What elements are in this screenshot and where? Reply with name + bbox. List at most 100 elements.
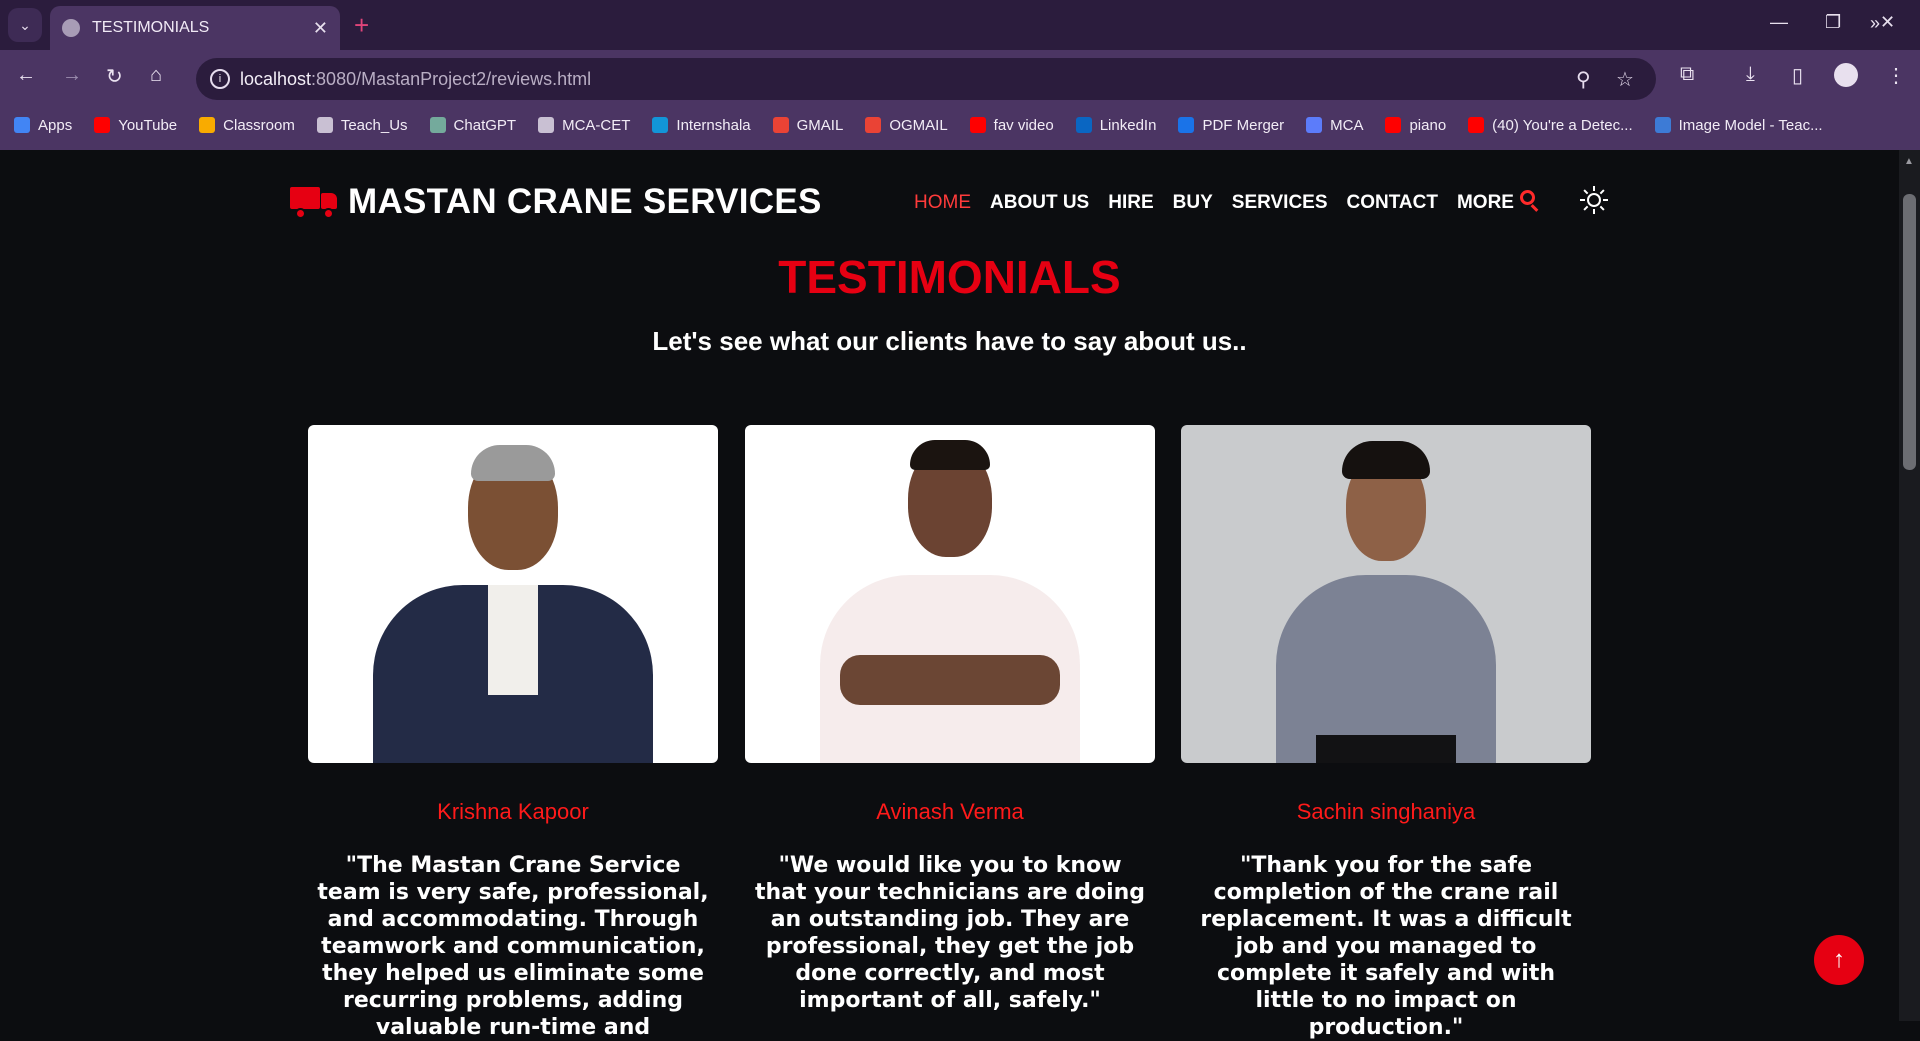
side-panel-icon[interactable]: ▯	[1792, 63, 1803, 88]
bookmark-favicon-icon	[1075, 117, 1092, 133]
bookmark-favicon-icon	[538, 117, 555, 133]
nav-hire[interactable]: HIRE	[1108, 192, 1153, 214]
bookmark-favicon-icon	[429, 117, 446, 133]
client-photo	[745, 425, 1155, 763]
browser-tab-bar: ⌄ TESTIMONIALS ✕ + — ❐ ✕	[0, 0, 1920, 50]
nav-more[interactable]: MORE	[1457, 192, 1514, 214]
bookmark-label: GMAIL	[796, 116, 844, 134]
browser-toolbar: ← → ↻ ⌂ i localhost:8080/MastanProject2/…	[0, 50, 1920, 100]
nav-services[interactable]: SERVICES	[1232, 192, 1328, 214]
brand-name: MASTAN CRANE SERVICES	[348, 182, 822, 221]
bookmark-label: (40) You're a Detec...	[1492, 116, 1633, 134]
bookmark-favicon-icon	[865, 117, 882, 133]
back-icon[interactable]: ←	[16, 64, 36, 87]
close-window-icon[interactable]: ✕	[1880, 12, 1895, 33]
bookmark-label: MCA	[1330, 116, 1364, 134]
truck-icon	[290, 185, 338, 219]
client-quote: "The Mastan Crane Service team is very s…	[317, 853, 709, 1040]
bookmark-item[interactable]: Internshala	[652, 117, 751, 134]
testimonial-card: Krishna Kapoor "The Mastan Crane Service…	[308, 425, 718, 1041]
search-icon[interactable]	[1520, 190, 1542, 212]
browser-menu-icon[interactable]: ⋮	[1886, 63, 1906, 88]
bookmark-label: Image Model - Teac...	[1678, 116, 1823, 134]
bookmark-favicon-icon	[652, 117, 669, 133]
client-name: Avinash Verma	[876, 799, 1024, 824]
bookmark-favicon-icon	[1654, 117, 1671, 133]
theme-toggle-sun-icon[interactable]	[1580, 186, 1608, 214]
bookmark-item[interactable]: Apps	[14, 117, 72, 134]
restore-icon[interactable]: ❐	[1825, 12, 1841, 33]
browser-tab[interactable]: TESTIMONIALS ✕	[50, 6, 340, 50]
bookmark-favicon-icon	[1178, 117, 1195, 133]
nav-home[interactable]: HOME	[914, 192, 971, 214]
address-bar[interactable]: i localhost:8080/MastanProject2/reviews.…	[196, 58, 1656, 100]
bookmark-favicon-icon	[316, 117, 333, 133]
bookmark-favicon-icon	[14, 117, 30, 133]
bookmark-item[interactable]: Classroom	[199, 117, 295, 134]
site-logo[interactable]: MASTAN CRANE SERVICES	[290, 182, 822, 222]
bookmark-label: MCA-CET	[562, 116, 631, 134]
main-nav: HOME ABOUT US HIRE BUY SERVICES CONTACT …	[914, 192, 1533, 214]
tab-search-button[interactable]: ⌄	[8, 8, 42, 42]
new-tab-button[interactable]: +	[354, 10, 369, 41]
bookmark-label: fav video	[993, 116, 1054, 134]
bookmark-label: Teach_Us	[340, 116, 408, 134]
bookmark-item[interactable]: MCA	[1306, 117, 1363, 134]
bookmark-favicon-icon	[1306, 117, 1323, 133]
bookmark-star-icon[interactable]: ☆	[1616, 67, 1634, 92]
bookmark-favicon-icon	[772, 117, 789, 133]
bookmark-label: Apps	[38, 116, 73, 134]
bookmark-item[interactable]: (40) You're a Detec...	[1468, 116, 1633, 134]
page-title: TESTIMONIALS	[778, 251, 1121, 303]
bookmark-favicon-icon	[1468, 117, 1485, 133]
bookmark-favicon-icon	[199, 117, 216, 133]
more-bookmarks-icon[interactable]: »	[1870, 13, 1880, 34]
bookmark-item[interactable]: ChatGPT	[429, 117, 516, 134]
web-page: MASTAN CRANE SERVICES HOME ABOUT US HIRE…	[0, 150, 1899, 1040]
home-icon[interactable]: ⌂	[150, 64, 162, 87]
nav-about-us[interactable]: ABOUT US	[990, 192, 1089, 214]
download-icon[interactable]: ⤓	[1746, 63, 1755, 86]
bookmark-label: PDF Merger	[1202, 116, 1285, 134]
client-photo	[1181, 425, 1591, 763]
extensions-icon[interactable]: ⧉	[1680, 63, 1694, 86]
scroll-to-top-button[interactable]: ↑	[1814, 935, 1864, 985]
bookmark-item[interactable]: MCA-CET	[538, 117, 630, 134]
bookmark-item[interactable]: OGMAIL	[865, 116, 948, 134]
bookmarks-bar: Apps YouTube Classroom Teach_Us ChatGPT MCA-C…	[0, 100, 1920, 150]
bookmark-label: OGMAIL	[889, 116, 948, 134]
scrollbar-thumb[interactable]	[1903, 194, 1916, 470]
bookmark-item[interactable]: LinkedIn	[1075, 116, 1157, 134]
page-scrollbar[interactable]: ▲	[1899, 150, 1920, 1021]
nav-buy[interactable]: BUY	[1173, 192, 1213, 214]
zoom-icon[interactable]: ⚲	[1576, 67, 1591, 92]
bookmark-item[interactable]: piano	[1385, 117, 1446, 134]
bookmark-label: LinkedIn	[1099, 116, 1157, 134]
bookmark-item[interactable]: fav video	[969, 116, 1054, 134]
client-quote: "Thank you for the safe completion of th…	[1200, 853, 1572, 1040]
client-photo	[308, 425, 718, 763]
profile-avatar[interactable]	[1834, 63, 1858, 87]
bookmark-item[interactable]: Image Model - Teac...	[1654, 116, 1823, 134]
globe-icon	[62, 19, 80, 37]
bookmark-label: Classroom	[223, 116, 295, 134]
bookmark-item[interactable]: GMAIL	[772, 116, 844, 134]
minimize-icon[interactable]: —	[1770, 12, 1788, 33]
bookmark-item[interactable]: PDF Merger	[1178, 117, 1284, 134]
page-subtitle: Let's see what our clients have to say a…	[652, 326, 1247, 356]
nav-contact[interactable]: CONTACT	[1347, 192, 1438, 214]
url-host: localhost	[240, 68, 312, 89]
client-name: Krishna Kapoor	[437, 799, 589, 824]
bookmark-item[interactable]: Teach_Us	[316, 116, 408, 134]
site-info-icon[interactable]: i	[210, 69, 230, 89]
tab-title: TESTIMONIALS	[92, 19, 210, 36]
close-tab-icon[interactable]: ✕	[313, 18, 328, 39]
url-path: :8080/MastanProject2/reviews.html	[311, 68, 592, 89]
reload-icon[interactable]: ↻	[106, 64, 123, 89]
bookmark-favicon-icon	[94, 117, 111, 133]
scroll-up-arrow-icon[interactable]: ▲	[1904, 156, 1914, 167]
bookmark-item[interactable]: YouTube	[94, 117, 177, 134]
bookmark-label: piano	[1409, 116, 1447, 134]
testimonial-card: Avinash Verma "We would like you to know…	[745, 425, 1155, 1014]
forward-icon[interactable]: →	[62, 64, 82, 87]
